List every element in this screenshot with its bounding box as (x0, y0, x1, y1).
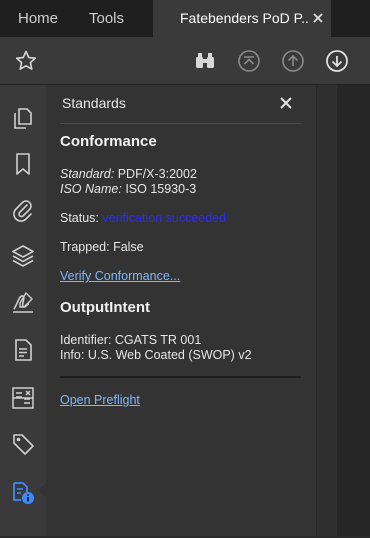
star-icon[interactable] (14, 49, 38, 73)
verify-conformance-link[interactable]: Verify Conformance... (60, 269, 180, 283)
standards-icon[interactable] (10, 479, 36, 505)
toolbar (0, 37, 370, 85)
info-value: U.S. Web Coated (SWOP) v2 (87, 348, 252, 362)
standard-row: Standard: PDF/X-3:2002 (60, 167, 197, 181)
pages-icon[interactable] (10, 105, 36, 131)
panel-scrollbar[interactable] (316, 85, 337, 536)
find-icon[interactable] (193, 49, 217, 73)
info-label: Info: (60, 348, 85, 362)
tab-bar: Home Tools Fatebenders PoD P... (0, 0, 370, 37)
standards-panel: Standards Conformance Standard: PDF/X-3:… (46, 85, 316, 536)
standard-label: Standard: (60, 167, 115, 181)
document-area[interactable] (337, 85, 370, 536)
status-label: Status: (60, 211, 99, 225)
tab-tools[interactable]: Tools (89, 0, 124, 37)
tab-home[interactable]: Home (18, 0, 58, 37)
trapped-row: Trapped: False (60, 240, 144, 254)
close-panel-icon[interactable] (279, 96, 293, 110)
open-preflight-link[interactable]: Open Preflight (60, 393, 140, 407)
trapped-label: Trapped: (60, 240, 110, 254)
prev-page-icon[interactable] (237, 49, 261, 73)
info-row: Info: U.S. Web Coated (SWOP) v2 (60, 348, 252, 362)
status-value: verification succeeded (102, 211, 227, 225)
tab-document[interactable]: Fatebenders PoD P... (153, 0, 331, 37)
close-tab-icon[interactable] (311, 11, 325, 25)
document-properties-icon[interactable] (10, 337, 36, 363)
output-intent-heading: OutputIntent (60, 299, 150, 316)
identifier-value: CGATS TR 001 (114, 333, 202, 347)
identifier-label: Identifier: (60, 333, 112, 347)
layers-icon[interactable] (10, 243, 36, 269)
panel-title: Standards (62, 95, 126, 111)
panel-divider (60, 123, 301, 124)
identifier-row: Identifier: CGATS TR 001 (60, 333, 201, 347)
standard-value: PDF/X-3:2002 (117, 167, 197, 181)
tags-icon[interactable] (10, 431, 36, 457)
bookmark-icon[interactable] (10, 151, 36, 177)
active-panel-caret-icon (38, 483, 46, 497)
iso-name-label: ISO Name: (60, 182, 122, 196)
iso-name-row: ISO Name: ISO 15930-3 (60, 182, 196, 196)
trapped-value: False (113, 240, 144, 254)
iso-name-value: ISO 15930-3 (125, 182, 197, 196)
page-up-icon[interactable] (281, 49, 305, 73)
attachment-icon[interactable] (10, 197, 36, 223)
section-separator (60, 376, 301, 378)
tab-document-title: Fatebenders PoD P... (180, 10, 308, 26)
signature-icon[interactable] (10, 289, 36, 315)
status-row: Status: verification succeeded (60, 211, 226, 225)
compare-icon[interactable] (10, 385, 36, 411)
page-down-icon[interactable] (325, 49, 349, 73)
left-rail (0, 85, 46, 536)
conformance-heading: Conformance (60, 133, 157, 150)
